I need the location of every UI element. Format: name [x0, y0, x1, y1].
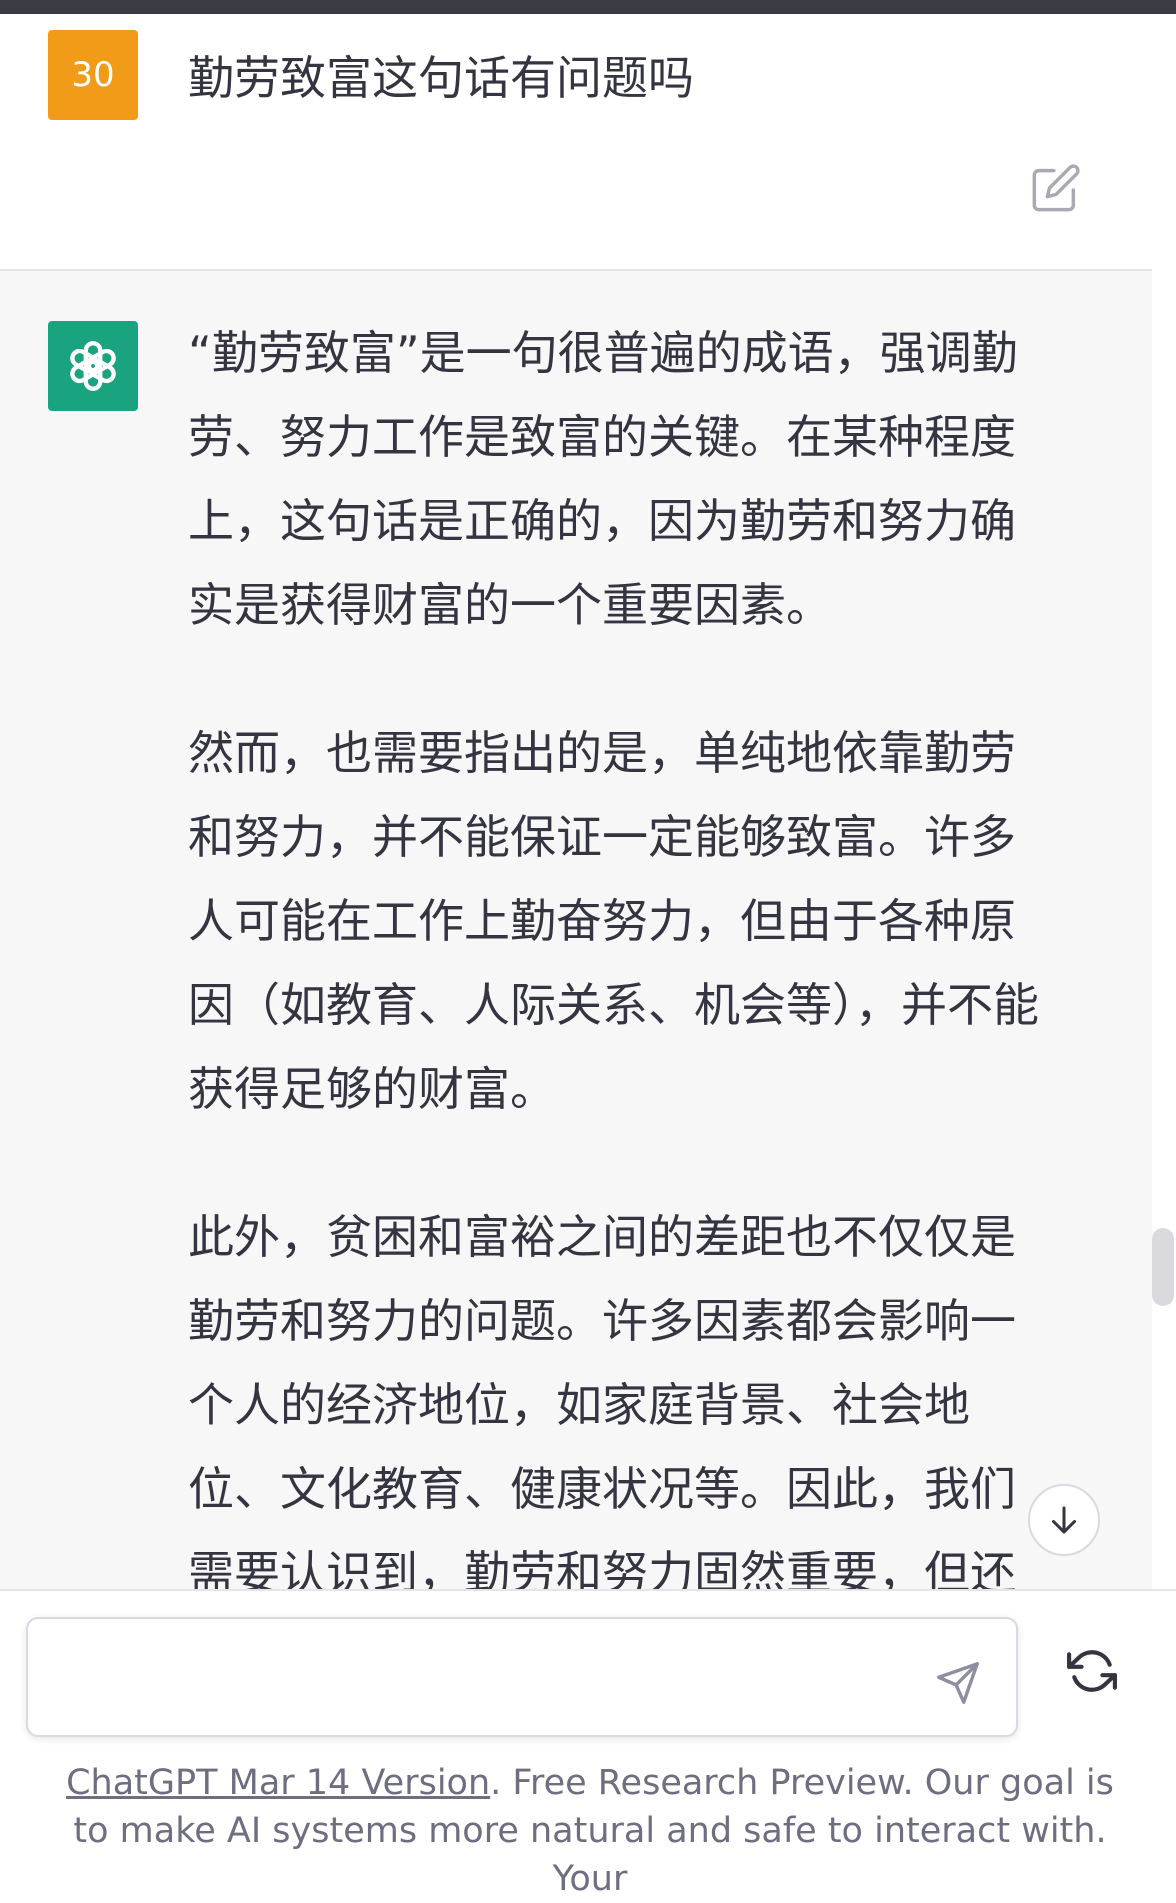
arrow-down-icon — [1052, 1506, 1076, 1534]
send-button[interactable] — [930, 1655, 986, 1711]
message-input[interactable] — [48, 1643, 932, 1715]
answer-paragraph: “勤劳致富”是一句很普遍的成语，强调勤劳、努力工作是致富的关键。在某种程度上，这… — [188, 326, 1018, 632]
scrollbar-thumb[interactable] — [1152, 1228, 1174, 1306]
version-link[interactable]: ChatGPT Mar 14 Version — [66, 1763, 490, 1803]
assistant-answer: “勤劳致富”是一句很普遍的成语，强调勤劳、努力工作是致富的关键。在某种程度上，这… — [188, 311, 1058, 1589]
assistant-avatar — [48, 321, 138, 411]
send-icon — [937, 1662, 979, 1704]
user-avatar: 30 — [48, 30, 138, 120]
message-input-box[interactable] — [26, 1617, 1018, 1737]
top-bar — [0, 0, 1176, 14]
openai-logo-icon — [70, 341, 116, 391]
edit-icon[interactable] — [1030, 162, 1082, 214]
scroll-to-bottom-button[interactable] — [1028, 1484, 1100, 1556]
regenerate-icon — [1067, 1650, 1117, 1692]
answer-paragraph: 然而，也需要指出的是，单纯地依靠勤劳和努力，并不能保证一定能够致富。许多人可能在… — [188, 726, 1039, 1116]
user-message-row: 30 勤劳致富这句话有问题吗 — [0, 14, 1152, 271]
composer-area: ChatGPT Mar 14 Version. Free Research Pr… — [0, 1589, 1176, 1899]
answer-paragraph: 此外，贫困和富裕之间的差距也不仅仅是勤劳和努力的问题。许多因素都会影响一个人的经… — [188, 1210, 1016, 1589]
footer-disclaimer: ChatGPT Mar 14 Version. Free Research Pr… — [50, 1759, 1130, 1903]
user-message-text: 勤劳致富这句话有问题吗 — [188, 51, 694, 105]
regenerate-button[interactable] — [1062, 1641, 1122, 1701]
assistant-message-row: “勤劳致富”是一句很普遍的成语，强调勤劳、努力工作是致富的关键。在某种程度上，这… — [0, 271, 1152, 1589]
